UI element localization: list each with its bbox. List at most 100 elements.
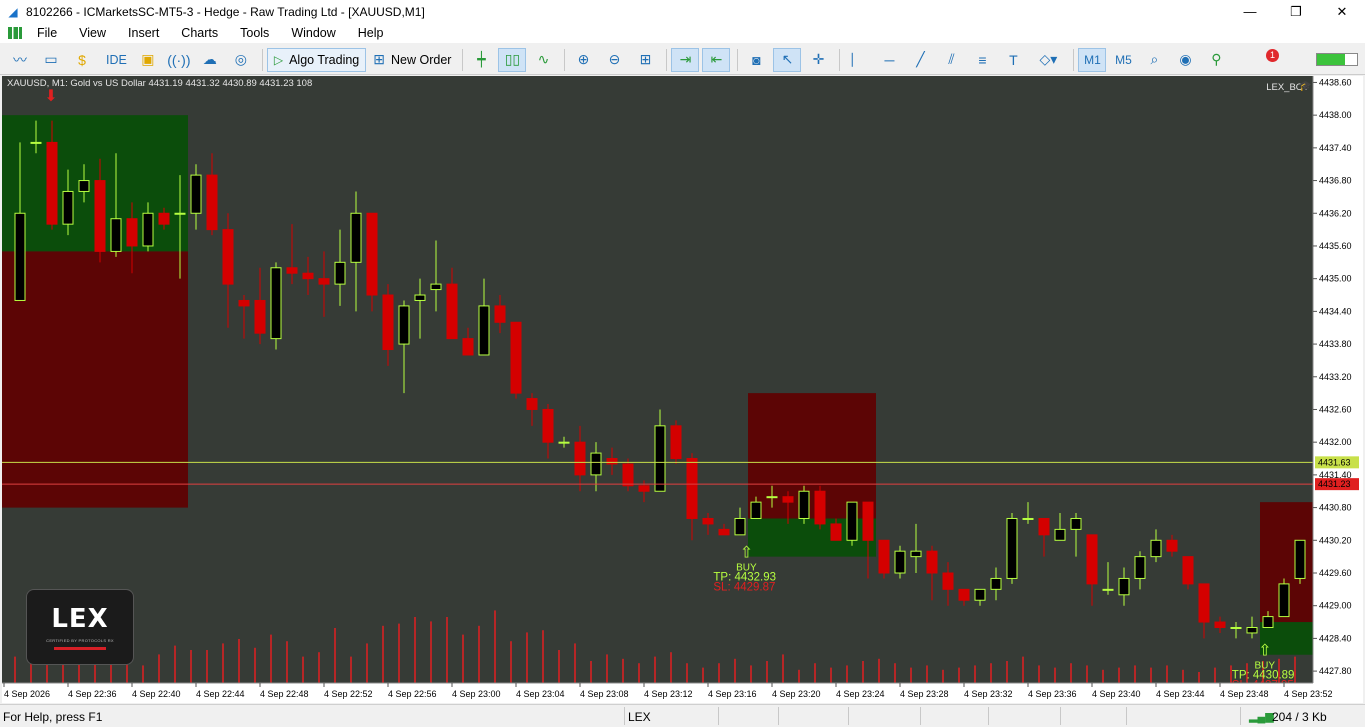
bear-candle: [1166, 539, 1178, 552]
maximize-button[interactable]: ❐: [1273, 0, 1319, 23]
menu-help[interactable]: Help: [347, 23, 395, 43]
minimize-button[interactable]: —: [1227, 0, 1273, 23]
new-order-button[interactable]: ⊞ New Order: [366, 48, 458, 72]
vertical-line-icon[interactable]: ⎸: [844, 48, 872, 72]
bear-candle: [574, 441, 586, 476]
menu-insert[interactable]: Insert: [117, 23, 170, 43]
time-tick-label: 4 Sep 23:20: [772, 689, 821, 699]
horizontal-line-icon[interactable]: ─: [875, 48, 903, 72]
status-separator: [1060, 707, 1061, 725]
price-tick-label: 4436.20: [1319, 208, 1352, 218]
bear-candle: [526, 398, 538, 410]
bull-candle: [974, 588, 986, 601]
menu-view[interactable]: View: [68, 23, 117, 43]
line-chart-icon[interactable]: ∿: [529, 48, 557, 72]
algo-trading-button[interactable]: ▷ Algo Trading: [266, 47, 367, 72]
bear-candle: [446, 283, 458, 340]
market-icon[interactable]: $: [68, 48, 96, 72]
price-tick-label: 4434.40: [1319, 306, 1352, 316]
close-button[interactable]: ✕: [1319, 0, 1365, 23]
time-tick-label: 4 Sep 23:32: [964, 689, 1013, 699]
cursor-icon[interactable]: ↖: [773, 47, 802, 72]
expert-hat-icon: 🎓: [1299, 81, 1312, 92]
bear-candle: [782, 496, 794, 503]
zoom-in-icon[interactable]: ⊕: [569, 48, 597, 72]
bear-candle: [302, 272, 314, 280]
fibonacci-icon[interactable]: ≡: [968, 48, 996, 72]
bull-candle: [142, 212, 154, 247]
bear-candle: [638, 485, 650, 492]
channel-icon[interactable]: ⫽: [937, 48, 965, 72]
crosshair-icon[interactable]: ✛: [804, 48, 832, 72]
vps-icon[interactable]: ☁: [196, 48, 224, 72]
bull-candle: [414, 294, 426, 301]
time-tick-label: 4 Sep 23:52: [1284, 689, 1333, 699]
bull-candle: [846, 501, 858, 541]
candlestick-icon[interactable]: ▯▯: [498, 47, 527, 72]
bear-candle: [926, 550, 938, 574]
status-separator: [1126, 707, 1127, 725]
bull-candle: [1134, 556, 1146, 579]
mql5-icon[interactable]: ⚲: [1202, 48, 1230, 72]
price-tag-label: 4431.23: [1318, 479, 1351, 489]
tile-windows-icon[interactable]: ⊞: [631, 48, 659, 72]
bull-candle: [270, 267, 282, 340]
price-tick-label: 4437.40: [1319, 143, 1352, 153]
time-tick-label: 4 Sep 23:08: [580, 689, 629, 699]
status-help-text: For Help, press F1: [3, 710, 103, 724]
bull-candle: [590, 452, 602, 476]
auto-scroll-icon[interactable]: ⇥: [671, 47, 700, 72]
bear-candle: [94, 180, 106, 252]
menu-file[interactable]: File: [26, 23, 68, 43]
menu-tools[interactable]: Tools: [229, 23, 280, 43]
bull-candle: [1102, 588, 1114, 591]
zoom-out-icon[interactable]: ⊖: [600, 48, 628, 72]
time-tick-label: 4 Sep 2026: [4, 689, 50, 699]
bull-candle: [1246, 626, 1258, 634]
logo-text: LEX: [51, 604, 109, 634]
chart-templates-icon[interactable]: ▭: [37, 48, 65, 72]
bull-candle: [478, 305, 490, 356]
global-icon[interactable]: ◎: [227, 48, 255, 72]
timeframe-m5[interactable]: M5: [1109, 48, 1137, 72]
status-traffic: 204 / 3 Kb: [1272, 710, 1327, 724]
bear-candle: [1182, 556, 1194, 585]
ide-button[interactable]: IDE: [99, 48, 134, 72]
bar-chart-icon[interactable]: ┿: [467, 48, 495, 72]
bull-candle: [910, 550, 922, 558]
chart-menu-icon[interactable]: [8, 27, 22, 39]
bear-candle: [1086, 534, 1098, 585]
price-tick-label: 4438.60: [1319, 77, 1352, 87]
timeframe-m1[interactable]: M1: [1078, 47, 1107, 72]
status-separator: [624, 707, 625, 725]
bull-candle: [14, 212, 26, 301]
shapes-icon[interactable]: ◇▾: [1030, 48, 1066, 72]
new-chart-icon[interactable]: 〰: [6, 48, 34, 72]
status-bar: For Help, press F1 LEX ▂▄▆ 204 / 3 Kb: [0, 704, 1365, 727]
bull-candle: [1230, 626, 1242, 629]
bull-candle: [558, 441, 570, 444]
status-profile: LEX: [628, 710, 651, 724]
trendline-icon[interactable]: ╱: [906, 48, 934, 72]
bull-candle: [990, 577, 1002, 590]
price-chart[interactable]: ⬇ ⇧ BUY TP: 4432.93 SL: 4429.87 ⇧ BUY TP: 4430.…: [2, 76, 1363, 703]
chart-canvas[interactable]: ⬇⇧BUYTP: 4432.93SL: 4429.87⇧BUYTP: 4430.…: [2, 76, 1363, 703]
price-tag-label: 4431.63: [1318, 457, 1351, 467]
store-icon[interactable]: ▣: [134, 48, 162, 72]
menu-charts[interactable]: Charts: [170, 23, 229, 43]
toolbar: 〰 ▭ $ IDE ▣ ((·)) ☁ ◎ ▷ Algo Trading ⊞ New…: [0, 45, 1365, 75]
notifications-icon[interactable]: ◉: [1171, 48, 1199, 72]
bull-candle: [894, 550, 906, 574]
price-tick-label: 4432.60: [1319, 404, 1352, 414]
search-icon[interactable]: ⌕: [1140, 48, 1168, 72]
signals-icon[interactable]: ((·)): [165, 48, 193, 72]
menu-window[interactable]: Window: [280, 23, 346, 43]
bull-candle: [190, 174, 202, 214]
text-icon[interactable]: T: [999, 48, 1027, 72]
bull-candle: [1262, 616, 1274, 628]
play-icon: ▷: [273, 52, 284, 67]
chart-shift-icon[interactable]: ⇤: [702, 47, 731, 72]
screenshot-icon[interactable]: ◙: [742, 48, 770, 72]
bull-candle: [1118, 577, 1130, 596]
time-tick-label: 4 Sep 22:56: [388, 689, 437, 699]
